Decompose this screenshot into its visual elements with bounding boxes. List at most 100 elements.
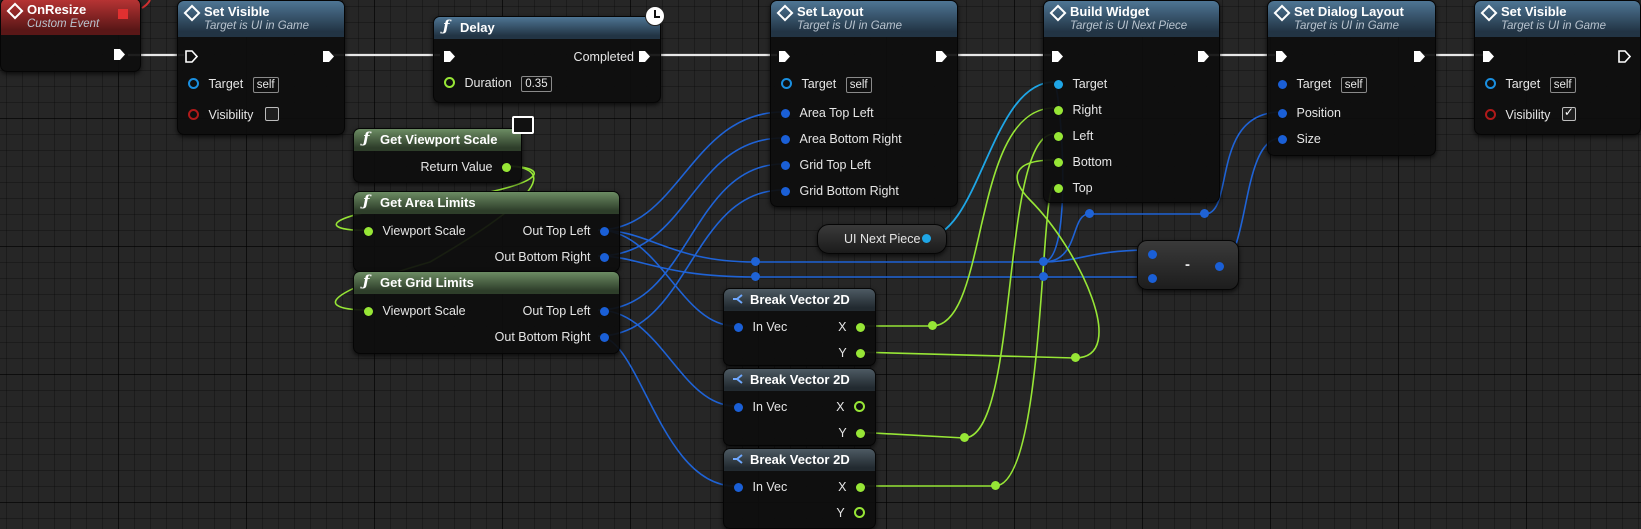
- exec-out-pin-icon[interactable]: [1618, 50, 1631, 63]
- x-pin[interactable]: X: [838, 480, 865, 494]
- on-resize-node[interactable]: OnResize Custom Event: [0, 0, 141, 72]
- exec-in-pin-icon[interactable]: [1275, 50, 1288, 63]
- get-viewport-scale-node[interactable]: ƒ Get Viewport Scale Return Value: [353, 128, 522, 183]
- break-vector-1-header[interactable]: Break Vector 2D: [724, 289, 875, 311]
- get-area-limits-header[interactable]: ƒ Get Area Limits: [354, 192, 619, 214]
- viewport-scale-pin[interactable]: Viewport Scale: [364, 304, 466, 318]
- target-pin[interactable]: Target self: [781, 77, 872, 93]
- in-vec-pin[interactable]: In Vec: [734, 400, 787, 414]
- break-vector-3-title: Break Vector 2D: [750, 452, 850, 467]
- set-layout-header[interactable]: Set Layout Target is UI in Game: [771, 1, 957, 37]
- bool-pin-icon: [188, 109, 199, 120]
- break-vector-node-2[interactable]: Break Vector 2D In Vec X Y: [723, 368, 876, 446]
- visibility-pin[interactable]: Visibility: [188, 107, 279, 122]
- reroute-knot[interactable]: [1039, 257, 1048, 266]
- visibility-checkbox[interactable]: [264, 107, 279, 121]
- build-widget-node[interactable]: Build Widget Target is UI Next Piece Tar…: [1043, 0, 1220, 203]
- viewport-scale-pin[interactable]: Viewport Scale: [364, 224, 466, 238]
- reroute-knot[interactable]: [1071, 353, 1080, 362]
- set-visible-node-1[interactable]: Set Visible Target is UI in Game Target …: [177, 0, 345, 135]
- target-pin[interactable]: Target self: [1278, 77, 1367, 93]
- viewport-scale-label: Viewport Scale: [382, 304, 466, 318]
- reroute-knot[interactable]: [1039, 272, 1048, 281]
- out-bottom-right-pin[interactable]: Out Bottom Right: [495, 330, 609, 344]
- y-pin[interactable]: Y: [838, 426, 865, 440]
- exec-out-pin-icon[interactable]: [113, 48, 126, 61]
- reroute-knot[interactable]: [1085, 209, 1094, 218]
- delay-node[interactable]: ƒ Delay Completed Duration 0.35: [433, 6, 665, 103]
- target-pin[interactable]: Target self: [188, 77, 279, 93]
- break-vector-node-1[interactable]: Break Vector 2D In Vec X Y: [723, 288, 876, 366]
- reroute-knot[interactable]: [960, 433, 969, 442]
- exec-out-pin-icon[interactable]: [1197, 50, 1210, 63]
- break-vector-node-3[interactable]: Break Vector 2D In Vec X Y: [723, 448, 876, 529]
- get-grid-limits-node[interactable]: ƒ Get Grid Limits Viewport Scale Out Top…: [353, 271, 620, 354]
- exec-out-pin-icon[interactable]: [1413, 50, 1426, 63]
- function-diamond-icon: [1049, 4, 1067, 22]
- break-vector-2-header[interactable]: Break Vector 2D: [724, 369, 875, 391]
- reroute-knot[interactable]: [1200, 209, 1209, 218]
- out-top-left-pin[interactable]: Out Top Left: [523, 304, 609, 318]
- get-grid-limits-header[interactable]: ƒ Get Grid Limits: [354, 272, 619, 294]
- return-value-pin[interactable]: Return Value: [420, 160, 511, 174]
- grid-top-left-pin[interactable]: Grid Top Left: [781, 158, 871, 172]
- x-pin[interactable]: X: [838, 320, 865, 334]
- target-pin[interactable]: Target: [1054, 77, 1107, 91]
- top-pin[interactable]: Top: [1054, 181, 1093, 195]
- bottom-pin[interactable]: Bottom: [1054, 155, 1112, 169]
- ui-next-piece-variable[interactable]: UI Next Piece: [817, 224, 947, 254]
- reroute-knot[interactable]: [751, 257, 760, 266]
- reroute-knot[interactable]: [751, 272, 760, 281]
- reroute-knot[interactable]: [928, 321, 937, 330]
- right-pin[interactable]: Right: [1054, 103, 1102, 117]
- y-pin[interactable]: Y: [836, 506, 865, 520]
- duration-input[interactable]: 0.35: [521, 76, 552, 92]
- size-pin[interactable]: Size: [1278, 132, 1321, 146]
- out-bottom-right-pin[interactable]: Out Bottom Right: [495, 250, 609, 264]
- set-dialog-layout-title: Set Dialog Layout: [1294, 4, 1404, 19]
- exec-in-pin-icon[interactable]: [443, 50, 456, 63]
- duration-pin[interactable]: Duration 0.35: [444, 76, 552, 92]
- vector-pin-icon[interactable]: [1215, 262, 1224, 271]
- set-visible-1-header[interactable]: Set Visible Target is UI in Game: [178, 1, 344, 37]
- exec-out-pin-icon[interactable]: [935, 50, 948, 63]
- x-pin[interactable]: X: [836, 400, 865, 414]
- exec-out-pin-icon[interactable]: [322, 50, 335, 63]
- get-viewport-scale-header[interactable]: ƒ Get Viewport Scale: [354, 129, 521, 151]
- grid-bottom-right-pin[interactable]: Grid Bottom Right: [781, 184, 899, 198]
- grid-bottom-right-label: Grid Bottom Right: [799, 184, 899, 198]
- delegate-pin-icon[interactable]: [118, 9, 128, 19]
- set-visible-2-header[interactable]: Set Visible Target is UI in Game: [1475, 1, 1640, 37]
- exec-in-pin-icon[interactable]: [1051, 50, 1064, 63]
- left-pin[interactable]: Left: [1054, 129, 1093, 143]
- vector-pin-icon[interactable]: [1148, 274, 1157, 283]
- get-area-limits-node[interactable]: ƒ Get Area Limits Viewport Scale Out Top…: [353, 191, 620, 272]
- float-pin-icon: [1054, 184, 1063, 193]
- target-pin[interactable]: Target self: [1485, 77, 1576, 93]
- reroute-knot[interactable]: [991, 481, 1000, 490]
- vector-pin-icon[interactable]: [1148, 250, 1157, 259]
- position-pin[interactable]: Position: [1278, 106, 1341, 120]
- exec-in-pin-icon[interactable]: [1482, 50, 1495, 63]
- exec-out-pin-icon[interactable]: [638, 50, 651, 63]
- exec-in-pin-icon[interactable]: [185, 50, 198, 63]
- in-vec-pin[interactable]: In Vec: [734, 320, 787, 334]
- set-visible-node-2[interactable]: Set Visible Target is UI in Game Target …: [1474, 0, 1641, 135]
- set-dialog-layout-node[interactable]: Set Dialog Layout Target is UI in Game T…: [1267, 0, 1436, 156]
- visibility-checkbox[interactable]: [1561, 105, 1576, 121]
- in-vec-pin[interactable]: In Vec: [734, 480, 787, 494]
- set-visible-1-title: Set Visible: [204, 4, 270, 19]
- area-bottom-right-pin[interactable]: Area Bottom Right: [781, 132, 902, 146]
- subtract-node[interactable]: -: [1137, 240, 1239, 290]
- set-layout-node[interactable]: Set Layout Target is UI in Game Target s…: [770, 0, 958, 207]
- set-dialog-layout-header[interactable]: Set Dialog Layout Target is UI in Game: [1268, 1, 1435, 37]
- area-top-left-pin[interactable]: Area Top Left: [781, 106, 874, 120]
- object-pin-icon[interactable]: [922, 234, 931, 243]
- out-top-left-pin[interactable]: Out Top Left: [523, 224, 609, 238]
- exec-in-pin-icon[interactable]: [778, 50, 791, 63]
- delay-header[interactable]: ƒ Delay: [434, 17, 660, 39]
- build-widget-header[interactable]: Build Widget Target is UI Next Piece: [1044, 1, 1219, 37]
- y-pin[interactable]: Y: [838, 346, 865, 360]
- break-vector-3-header[interactable]: Break Vector 2D: [724, 449, 875, 471]
- visibility-pin[interactable]: Visibility: [1485, 105, 1576, 122]
